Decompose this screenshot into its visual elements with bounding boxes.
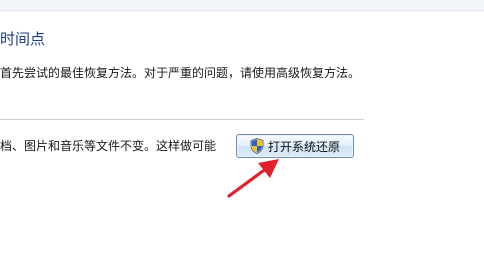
divider: [0, 119, 364, 120]
open-system-restore-label: 打开系统还原: [267, 139, 340, 154]
page-title: 时间点: [0, 30, 46, 48]
top-border: [0, 0, 484, 11]
open-system-restore-button[interactable]: 打开系统还原: [236, 134, 354, 158]
restore-description: 首先尝试的最佳恢复方法。对于严重的问题，请使用高级恢复方法。: [0, 66, 361, 80]
system-restore-panel: 时间点 首先尝试的最佳恢复方法。对于严重的问题，请使用高级恢复方法。 档、图片和…: [0, 0, 484, 272]
system-restore-info: 档、图片和音乐等文件不变。这样做可能: [0, 139, 217, 153]
red-arrow-icon: [227, 159, 279, 198]
uac-shield-icon: [250, 138, 264, 154]
